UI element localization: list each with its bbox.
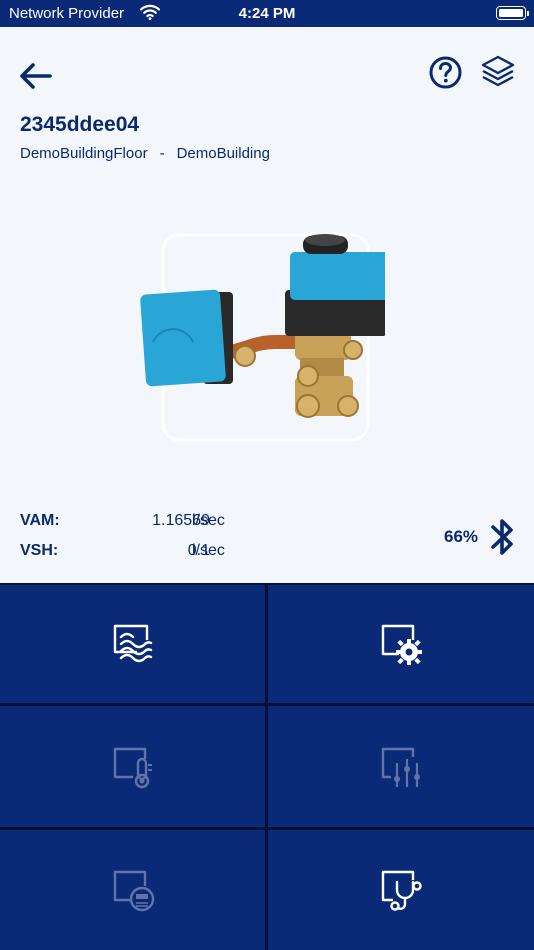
diagnostics-tile[interactable] [268, 830, 534, 950]
flow-tile[interactable] [0, 585, 265, 703]
bluetooth-icon[interactable] [490, 516, 516, 558]
help-icon[interactable] [429, 56, 462, 89]
temperature-icon [113, 747, 152, 788]
sliders-icon [381, 747, 420, 787]
floor-name: DemoBuildingFloor [20, 145, 148, 162]
diagnostics-icon [381, 870, 422, 911]
layers-icon[interactable] [480, 54, 516, 88]
settings-tile[interactable] [268, 585, 534, 703]
temperature-tile[interactable] [0, 706, 265, 827]
bluetooth-signal: 66% [444, 527, 479, 546]
meter-tile[interactable] [0, 830, 265, 950]
reading-unit: l/sec [192, 542, 225, 559]
clock: 4:24 PM [238, 5, 296, 22]
reading-row: VAM: 1.16569 l/sec [20, 512, 260, 542]
battery-icon [496, 6, 529, 20]
settings-icon [381, 624, 422, 665]
meter-icon [113, 870, 154, 912]
location-separator: - [159, 145, 165, 162]
sliders-tile[interactable] [268, 706, 534, 827]
device-id: 2345ddee04 [20, 113, 140, 136]
reading-label: VAM: [20, 512, 60, 529]
device-location: DemoBuildingFloor - DemoBuilding [20, 145, 270, 162]
status-bar: Network Provider 4:24 PM [0, 0, 534, 27]
back-arrow-icon[interactable] [18, 60, 54, 92]
building-name: DemoBuilding [176, 145, 270, 162]
flow-icon [113, 624, 152, 663]
action-grid [0, 583, 534, 950]
valve-device-image [140, 233, 385, 442]
reading-label: VSH: [20, 542, 59, 559]
readings-panel: VAM: 1.16569 l/sec VSH: 0.1 l/sec [20, 512, 260, 572]
reading-row: VSH: 0.1 l/sec [20, 542, 260, 572]
reading-unit: l/sec [192, 512, 225, 529]
